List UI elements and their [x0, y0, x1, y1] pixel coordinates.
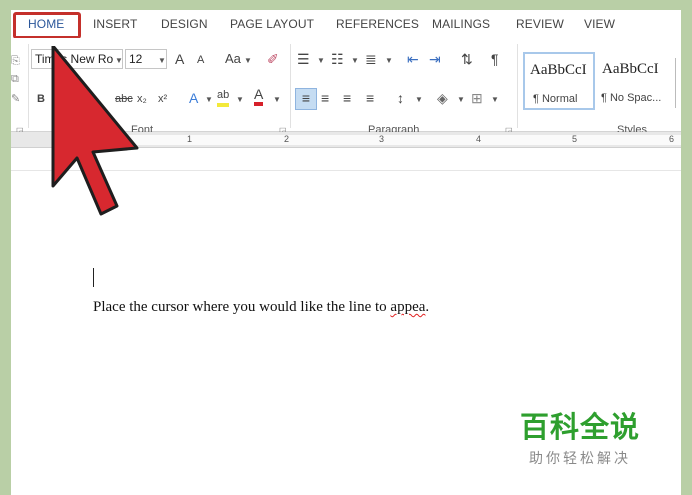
font-color-dropdown-icon[interactable]: ▼ — [273, 95, 281, 104]
ruler-number: 5 — [572, 134, 578, 144]
paste-icon[interactable]: ⎘ — [11, 52, 20, 70]
ruler-number: 2 — [284, 134, 290, 144]
ruler-number: 1 — [187, 134, 193, 144]
style-no-spacing-name: ¶ No Spac... — [601, 92, 662, 104]
highlight-dropdown-icon[interactable]: ▼ — [236, 95, 244, 104]
tab-mailings[interactable]: MAILINGS — [432, 17, 490, 31]
ruler-number: 4 — [476, 134, 482, 144]
text-effects-button[interactable]: A — [189, 89, 198, 107]
copy-icon[interactable]: ⧉ — [11, 70, 19, 88]
grow-font-icon[interactable]: A — [175, 50, 184, 68]
shading-icon[interactable]: ◈ — [437, 89, 448, 107]
numbering-dropdown-icon[interactable]: ▼ — [351, 56, 359, 65]
separator — [517, 44, 518, 128]
sort-icon[interactable]: ⇅ — [461, 50, 473, 68]
style-no-spacing[interactable]: AaBbCcI ¶ No Spac... — [597, 52, 669, 110]
tab-view[interactable]: VIEW — [584, 17, 615, 31]
highlight-button[interactable]: ab — [217, 88, 230, 107]
paragraph-period: . — [425, 299, 430, 315]
watermark-subtitle: 助你轻松解决 — [529, 451, 631, 467]
show-formatting-icon[interactable]: ¶ — [491, 50, 499, 68]
watermark-logo: 百科全说 助你轻松解决 — [516, 404, 644, 468]
font-size-dropdown-icon[interactable]: ▼ — [158, 56, 166, 65]
styles-gallery-scroll[interactable] — [675, 58, 676, 108]
font-color-button[interactable]: A — [254, 87, 264, 106]
separator — [28, 44, 29, 128]
superscript-button[interactable]: x² — [158, 90, 167, 108]
text-effects-dropdown-icon[interactable]: ▼ — [205, 95, 213, 104]
document-paragraph[interactable]: Place the cursor where you would like th… — [93, 299, 429, 316]
line-spacing-icon[interactable]: ↕ — [397, 89, 404, 107]
borders-dropdown-icon[interactable]: ▼ — [491, 95, 499, 104]
numbering-icon[interactable]: ☷ — [331, 50, 344, 68]
align-center-icon[interactable]: ≡ — [321, 89, 329, 107]
justify-icon[interactable]: ≡ — [366, 89, 374, 107]
shrink-font-icon[interactable]: A — [197, 51, 204, 69]
format-painter-icon[interactable]: ✎ — [11, 90, 20, 108]
borders-icon[interactable]: ⊞ — [471, 89, 483, 107]
tab-page-layout[interactable]: PAGE LAYOUT — [230, 17, 314, 31]
change-case-dropdown-icon[interactable]: ▼ — [244, 56, 252, 65]
line-spacing-dropdown-icon[interactable]: ▼ — [415, 95, 423, 104]
clear-formatting-icon[interactable]: ✐ — [267, 50, 279, 68]
change-case-button[interactable]: Aa — [225, 50, 241, 68]
multilevel-list-dropdown-icon[interactable]: ▼ — [385, 56, 393, 65]
tab-references[interactable]: REFERENCES — [336, 17, 419, 31]
style-normal-preview: AaBbCcI — [530, 62, 587, 78]
shading-dropdown-icon[interactable]: ▼ — [457, 95, 465, 104]
bullets-dropdown-icon[interactable]: ▼ — [317, 56, 325, 65]
separator — [290, 44, 291, 128]
style-normal[interactable]: AaBbCcI ¶ Normal — [523, 52, 595, 110]
increase-indent-icon[interactable]: ⇥ — [429, 50, 441, 68]
tab-review[interactable]: REVIEW — [516, 17, 564, 31]
style-no-spacing-preview: AaBbCcI — [602, 61, 659, 77]
paragraph-text: Place the cursor where you would like th… — [93, 299, 391, 315]
tab-design[interactable]: DESIGN — [161, 17, 208, 31]
watermark-title: 百科全说 — [519, 410, 640, 444]
style-normal-name: ¶ Normal — [533, 93, 578, 105]
decrease-indent-icon[interactable]: ⇤ — [407, 50, 419, 68]
ruler-number: 6 — [669, 134, 675, 144]
ruler-number: 3 — [379, 134, 385, 144]
ribbon-tab-bar: HOME INSERT DESIGN PAGE LAYOUT REFERENCE… — [11, 10, 681, 39]
text-cursor — [93, 268, 94, 287]
tab-insert[interactable]: INSERT — [93, 17, 137, 31]
multilevel-list-icon[interactable]: ≣ — [365, 50, 377, 68]
bullets-icon[interactable]: ☰ — [297, 50, 310, 68]
align-right-icon[interactable]: ≡ — [343, 89, 351, 107]
misspelled-word[interactable]: appea — [390, 299, 425, 315]
align-left-icon[interactable]: ≡ — [295, 88, 317, 110]
red-arrow-callout-icon — [51, 46, 139, 216]
home-tab-highlight-box — [13, 12, 81, 39]
